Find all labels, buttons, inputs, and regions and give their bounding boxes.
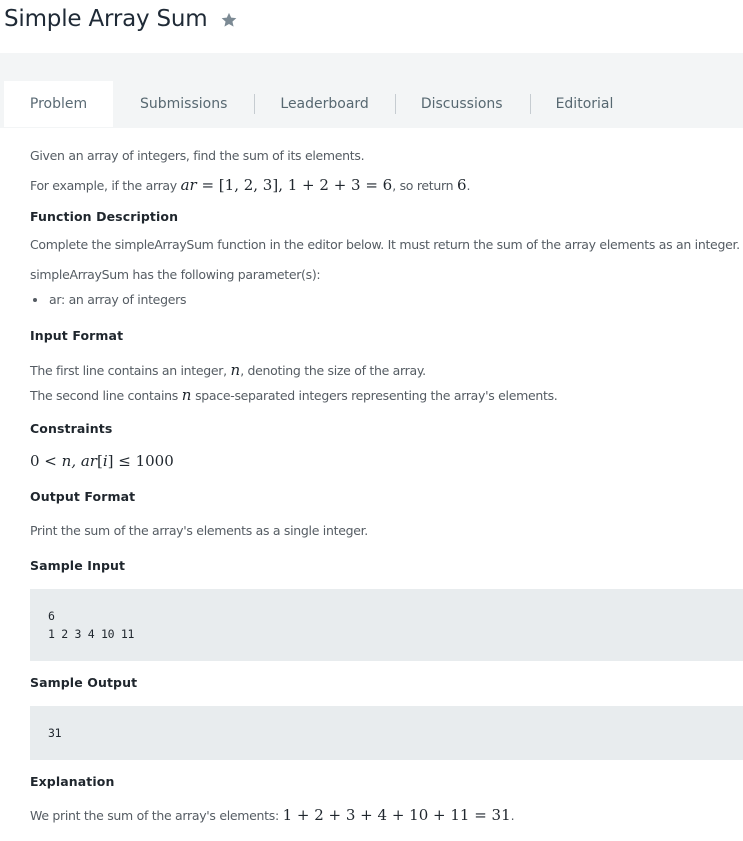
tab-editorial[interactable]: Editorial (556, 81, 614, 127)
tab-divider (394, 94, 396, 114)
title-row: Simple Array Sum (4, 2, 238, 36)
tab-discussions[interactable]: Discussions (421, 81, 503, 127)
tab-divider (529, 94, 531, 114)
example-math: ar = [1, 2, 3], 1 + 2 + 3 = 6 (180, 176, 393, 194)
input-format-heading: Input Format (30, 328, 124, 343)
code-line: 1 2 3 4 10 11 (48, 627, 135, 641)
tab-leaderboard[interactable]: Leaderboard (280, 81, 368, 127)
explanation-heading: Explanation (30, 774, 115, 789)
code-line: 31 (48, 726, 62, 740)
output-format-heading: Output Format (30, 489, 136, 504)
star-icon[interactable] (220, 11, 238, 29)
input-format-line-2: The second line contains n space-separat… (30, 386, 558, 404)
function-description-heading: Function Description (30, 209, 179, 224)
sample-input-heading: Sample Input (30, 558, 126, 573)
sample-output-heading: Sample Output (30, 675, 138, 690)
parameter-list-item: ar: an array of integers (30, 292, 186, 307)
explanation-text: We print the sum of the array's elements… (30, 806, 515, 824)
example-text: For example, if the array ar = [1, 2, 3]… (30, 176, 471, 194)
output-format-text: Print the sum of the array's elements as… (30, 523, 368, 538)
tab-submissions[interactable]: Submissions (140, 81, 227, 127)
sample-input-code: 6 1 2 3 4 10 11 (30, 589, 743, 661)
input-format-line-1: The first line contains an integer, n, d… (30, 361, 426, 379)
constraints-math: 0 < n, ar[i] ≤ 1000 (30, 452, 174, 470)
tab-divider (254, 94, 256, 114)
function-description-text: Complete the simpleArraySum function in … (30, 237, 740, 252)
problem-statement: Given an array of integers, find the sum… (30, 128, 743, 841)
explanation-math: 1 + 2 + 3 + 4 + 10 + 11 = 31 (282, 806, 511, 824)
page-title: Simple Array Sum (4, 6, 208, 32)
parameters-intro: simpleArraySum has the following paramet… (30, 267, 321, 282)
intro-text: Given an array of integers, find the sum… (30, 148, 365, 163)
constraints-heading: Constraints (30, 421, 113, 436)
sample-output-code: 31 (30, 706, 743, 760)
bullet-icon (33, 297, 37, 302)
tab-bar: Problem Submissions Leaderboard Discussi… (4, 81, 743, 127)
code-line: 6 (48, 609, 55, 623)
tab-problem[interactable]: Problem (4, 81, 113, 127)
